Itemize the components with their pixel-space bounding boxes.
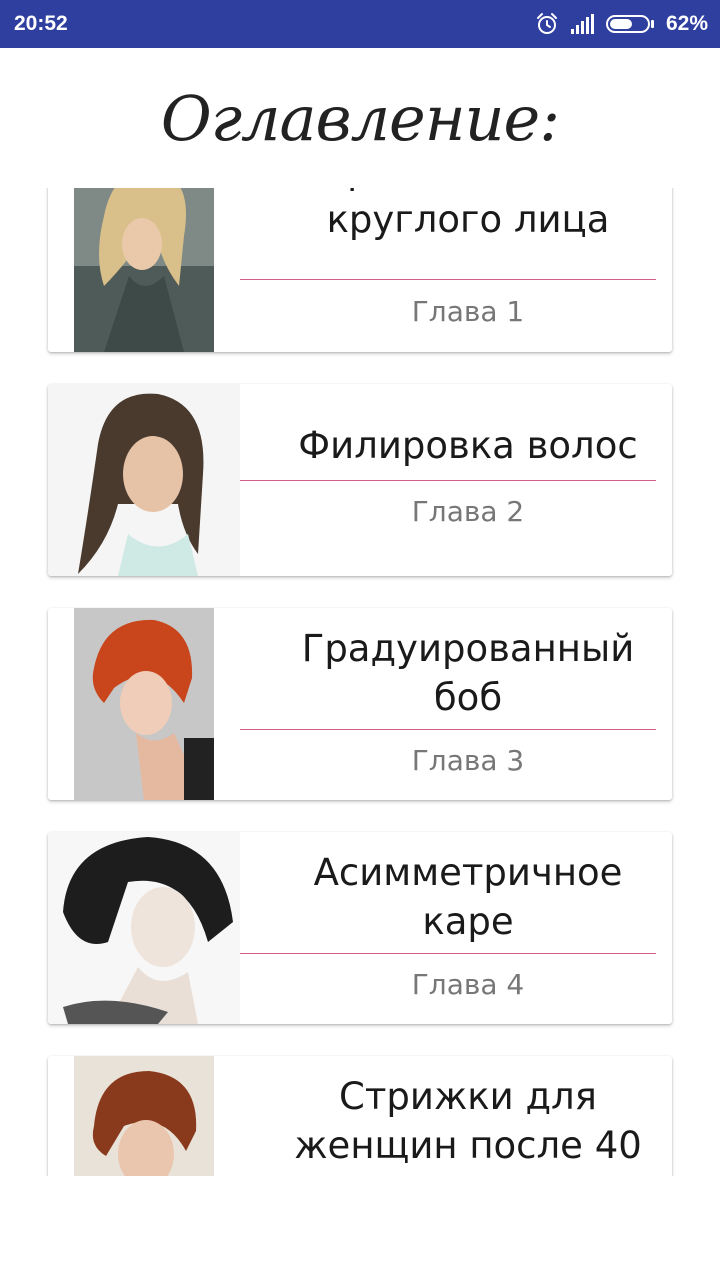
chapter-label: Глава 2: [411, 495, 525, 528]
alarm-icon: [535, 12, 559, 36]
chapter-card-3[interactable]: Градуированный боб Глава 3: [48, 608, 672, 800]
status-bar: 20:52 62%: [0, 0, 720, 48]
haircut-thumbnail: [48, 384, 240, 576]
divider: [240, 480, 656, 481]
chapter-title: Стрижка боб для круглого лица: [300, 188, 637, 241]
chapter-list[interactable]: Стрижка боб для круглого лица Глава 1 Фи…: [0, 188, 720, 1176]
chapter-card-4[interactable]: Асимметричное каре Глава 4: [48, 832, 672, 1024]
chapter-card-5[interactable]: Стрижки для женщин после 40: [48, 1056, 672, 1176]
battery-percent: 62%: [665, 12, 708, 35]
haircut-thumbnail: [74, 1056, 214, 1176]
chapter-label: Глава 4: [411, 968, 525, 1001]
chapter-label: Глава 3: [411, 744, 525, 777]
divider: [240, 279, 656, 280]
status-icons: 62%: [535, 12, 708, 36]
chapter-card-2[interactable]: Филировка волос Глава 2: [48, 384, 672, 576]
page-title: Оглавление:: [160, 81, 560, 155]
divider: [240, 953, 656, 954]
haircut-thumbnail: [48, 832, 240, 1024]
status-time: 20:52: [14, 12, 68, 35]
chapter-title: Филировка волос: [298, 424, 638, 467]
haircut-thumbnail: [74, 608, 214, 800]
chapter-title: Асимметричное каре: [313, 851, 623, 943]
chapter-title: Градуированный боб: [301, 627, 635, 719]
haircut-thumbnail: [74, 188, 214, 352]
battery-icon: [605, 15, 654, 33]
chapter-title: Стрижки для женщин после 40: [294, 1075, 642, 1167]
divider: [240, 729, 656, 730]
chapter-label: Глава 1: [411, 295, 525, 328]
chapter-card-1[interactable]: Стрижка боб для круглого лица Глава 1: [48, 188, 672, 352]
signal-icon: [570, 14, 594, 34]
